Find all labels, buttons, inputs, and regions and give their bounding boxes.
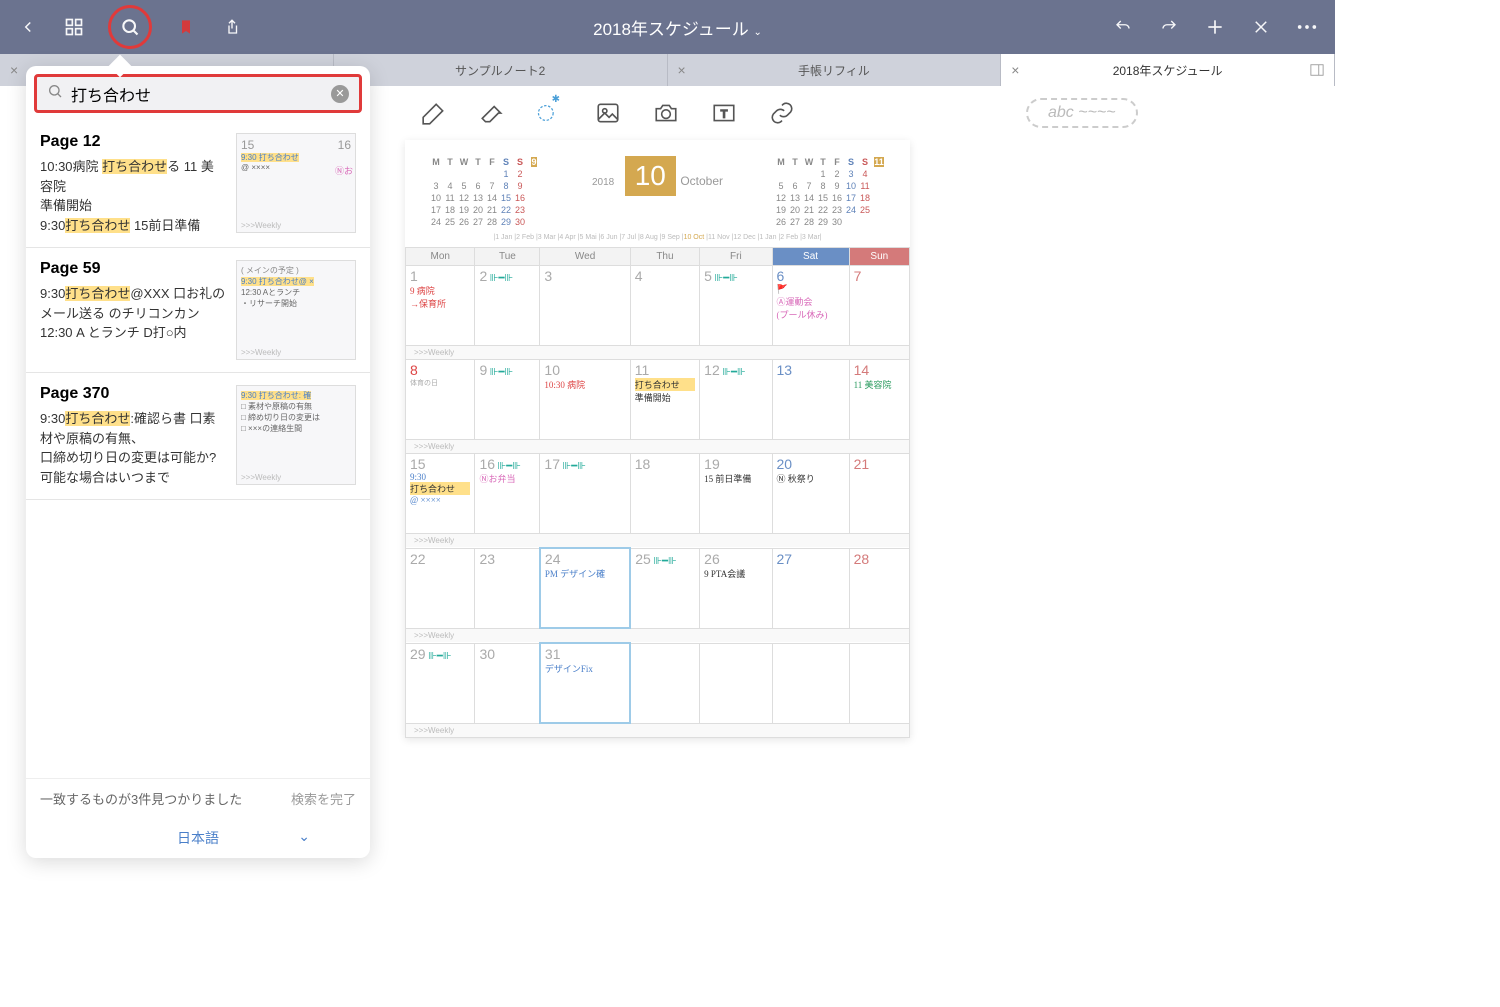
- calendar-cell[interactable]: 19 病院→保育所: [406, 266, 475, 346]
- calendar-cell[interactable]: 30: [475, 643, 540, 723]
- calendar-cell[interactable]: 4: [630, 266, 699, 346]
- handwriting-input[interactable]: abc ~~~~: [1026, 98, 1138, 128]
- calendar-cell[interactable]: 3: [540, 266, 630, 346]
- pen-icon[interactable]: [420, 99, 448, 127]
- calendar-cell[interactable]: 1411 美容院: [849, 360, 909, 440]
- search-panel: ✕ Page 12 10:30病院 打ち合わせる 11 美容院準備開始9:30打ち…: [26, 66, 370, 858]
- mini-cal-next: MTWTFSS111234567891011121314151617181920…: [774, 156, 886, 228]
- result-page-title: Page 370: [40, 385, 226, 403]
- calendar-cell[interactable]: [772, 643, 849, 723]
- calendar-cell[interactable]: 24PM デザイン確: [540, 548, 630, 628]
- calendar-cell[interactable]: 31デザインFix: [540, 643, 630, 723]
- tab-close-icon[interactable]: ×: [678, 62, 686, 78]
- calendar-cell[interactable]: 17 ⊪━⊪: [540, 454, 630, 534]
- clear-icon[interactable]: ✕: [331, 85, 349, 103]
- search-result[interactable]: Page 12 10:30病院 打ち合わせる 11 美容院準備開始9:30打ち合わ…: [26, 121, 370, 248]
- lasso-icon[interactable]: ✱: [536, 99, 564, 127]
- calendar-cell[interactable]: 27: [772, 548, 849, 628]
- result-thumbnail: 15169:30 打ち合わせ@ ××××Ⓝお>>>Weekly: [236, 133, 356, 233]
- result-thumbnail: 9:30 打ち合わせ: 確□ 素材や原稿の有無□ 締め切り日の変更は□ ×××の…: [236, 385, 356, 485]
- svg-text:T: T: [721, 108, 728, 120]
- add-icon[interactable]: [1203, 15, 1227, 39]
- calendar-cell[interactable]: 11打ち合わせ準備開始: [630, 360, 699, 440]
- calendar-cell[interactable]: 28: [849, 548, 909, 628]
- calendar-cell[interactable]: 25 ⊪━⊪: [630, 548, 699, 628]
- calendar-cell[interactable]: 269 PTA会議: [700, 548, 772, 628]
- calendar-cell[interactable]: 12 ⊪━⊪: [700, 360, 772, 440]
- bookmark-icon[interactable]: [174, 15, 198, 39]
- tab-1[interactable]: サンプルノート2: [334, 54, 668, 86]
- search-input-highlighted: ✕: [34, 74, 362, 113]
- match-count: 一致するものが3件見つかりました: [40, 789, 242, 808]
- close-icon[interactable]: [1249, 15, 1273, 39]
- result-thumbnail: ( メインの予定 )9:30 打ち合わせ@ ×12:30 Aとランチ・リサーチ開…: [236, 260, 356, 360]
- calendar-cell[interactable]: [630, 643, 699, 723]
- document-title[interactable]: 2018年スケジュール ⌄: [244, 15, 1111, 40]
- undo-icon[interactable]: [1111, 15, 1135, 39]
- calendar-cell[interactable]: 7: [849, 266, 909, 346]
- redo-icon[interactable]: [1157, 15, 1181, 39]
- calendar-cell[interactable]: 6🚩Ⓐ運動会(プール休み): [772, 266, 849, 346]
- calendar-cell[interactable]: 159:30打ち合わせ@ ××××: [406, 454, 475, 534]
- top-toolbar: 2018年スケジュール ⌄: [0, 0, 1335, 54]
- link-icon[interactable]: [768, 99, 796, 127]
- result-snippet: 9:30打ち合わせ:確認ら書 口素材や原稿の有無、口締め切り日の変更は可能か?可…: [40, 409, 226, 487]
- chevron-down-icon: ⌄: [298, 828, 310, 845]
- calendar-cell[interactable]: 22: [406, 548, 475, 628]
- text-icon[interactable]: T: [710, 99, 738, 127]
- mini-cal-prev: MTWTFSS912345678910111213141516171819202…: [429, 156, 541, 228]
- calendar-cell[interactable]: 21: [849, 454, 909, 534]
- search-icon[interactable]: [118, 15, 142, 39]
- search-result[interactable]: Page 370 9:30打ち合わせ:確認ら書 口素材や原稿の有無、口締め切り日の…: [26, 373, 370, 500]
- calendar-page: MTWTFSS912345678910111213141516171819202…: [405, 140, 910, 738]
- tab-close-icon[interactable]: ×: [1011, 62, 1019, 78]
- search-results: Page 12 10:30病院 打ち合わせる 11 美容院準備開始9:30打ち合わ…: [26, 121, 370, 778]
- image-icon[interactable]: [594, 99, 622, 127]
- calendar-cell[interactable]: 1010:30 病院: [540, 360, 630, 440]
- calendar-cell[interactable]: 8体育の日: [406, 360, 475, 440]
- search-done[interactable]: 検索を完了: [291, 789, 356, 808]
- camera-icon[interactable]: [652, 99, 680, 127]
- calendar-cell[interactable]: 5 ⊪━⊪: [700, 266, 772, 346]
- search-highlighted: [108, 5, 152, 49]
- calendar-cell[interactable]: 9 ⊪━⊪: [475, 360, 540, 440]
- calendar-cell[interactable]: [849, 643, 909, 723]
- search-footer: 一致するものが3件見つかりました 検索を完了: [26, 778, 370, 818]
- result-snippet: 9:30打ち合わせ@XXX 口お礼のメール送る のチリコンカン12:30 A と…: [40, 284, 226, 343]
- search-language[interactable]: 日本語⌄: [26, 818, 370, 858]
- share-icon[interactable]: [220, 15, 244, 39]
- eraser-icon[interactable]: [478, 99, 506, 127]
- calendar-cell[interactable]: 29 ⊪━⊪: [406, 643, 475, 723]
- result-page-title: Page 59: [40, 260, 226, 278]
- calendar-grid: MonTueWedThuFriSatSun19 病院→保育所2 ⊪━⊪345 ⊪…: [405, 247, 910, 738]
- tab-3[interactable]: ×2018年スケジュール: [1001, 54, 1335, 86]
- calendar-cell[interactable]: 23: [475, 548, 540, 628]
- back-icon[interactable]: [16, 15, 40, 39]
- thumbnails-icon[interactable]: [62, 15, 86, 39]
- month-label: 2018 10 October: [592, 156, 723, 228]
- calendar-cell[interactable]: [700, 643, 772, 723]
- tab-close-icon[interactable]: ×: [10, 62, 18, 78]
- search-glass-icon: [47, 83, 63, 104]
- result-snippet: 10:30病院 打ち合わせる 11 美容院準備開始9:30打ち合わせ 15前日準…: [40, 157, 226, 235]
- split-icon[interactable]: [1310, 63, 1324, 77]
- result-page-title: Page 12: [40, 133, 226, 151]
- more-icon[interactable]: [1295, 15, 1319, 39]
- tab-2[interactable]: ×手帳リフィル: [668, 54, 1002, 86]
- calendar-cell[interactable]: 2 ⊪━⊪: [475, 266, 540, 346]
- calendar-cell[interactable]: 1915 前日準備: [700, 454, 772, 534]
- calendar-cell[interactable]: 20Ⓝ 秋祭り: [772, 454, 849, 534]
- calendar-cell[interactable]: 18: [630, 454, 699, 534]
- month-strip: |1 Jan |2 Feb |3 Mar |4 Apr |5 Mai |6 Ju…: [405, 228, 910, 247]
- search-result[interactable]: Page 59 9:30打ち合わせ@XXX 口お礼のメール送る のチリコンカン12…: [26, 248, 370, 373]
- search-input[interactable]: [71, 85, 331, 103]
- calendar-cell[interactable]: 13: [772, 360, 849, 440]
- calendar-cell[interactable]: 16 ⊪━⊪Ⓝお弁当: [475, 454, 540, 534]
